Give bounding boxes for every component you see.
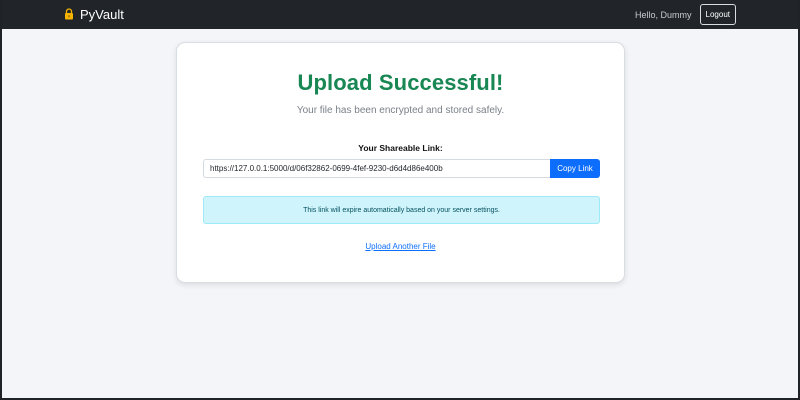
nav-right: Hello, Dummy Logout [635, 4, 736, 25]
user-greeting: Hello, Dummy [635, 9, 692, 20]
logout-button[interactable]: Logout [699, 4, 736, 25]
expiry-info-alert: This link will expire automatically base… [203, 196, 600, 224]
shareable-link-group: Copy Link [203, 159, 600, 178]
shareable-link-input[interactable] [203, 159, 550, 178]
shareable-link-label: Your Shareable Link: [358, 143, 443, 153]
upload-another-link[interactable]: Upload Another File [177, 242, 624, 251]
brand-link[interactable]: PyVault [64, 7, 124, 22]
success-subtitle: Your file has been encrypted and stored … [296, 105, 505, 116]
top-navbar: PyVault Hello, Dummy Logout [2, 0, 798, 29]
page-title: Upload Successful! [297, 70, 504, 95]
lock-icon [64, 7, 74, 20]
brand-name: PyVault [80, 7, 124, 22]
app-window: PyVault Hello, Dummy Logout Upload Succe… [0, 0, 800, 400]
copy-link-button[interactable]: Copy Link [550, 159, 600, 178]
upload-success-card: Upload Successful! Your file has been en… [176, 42, 625, 283]
